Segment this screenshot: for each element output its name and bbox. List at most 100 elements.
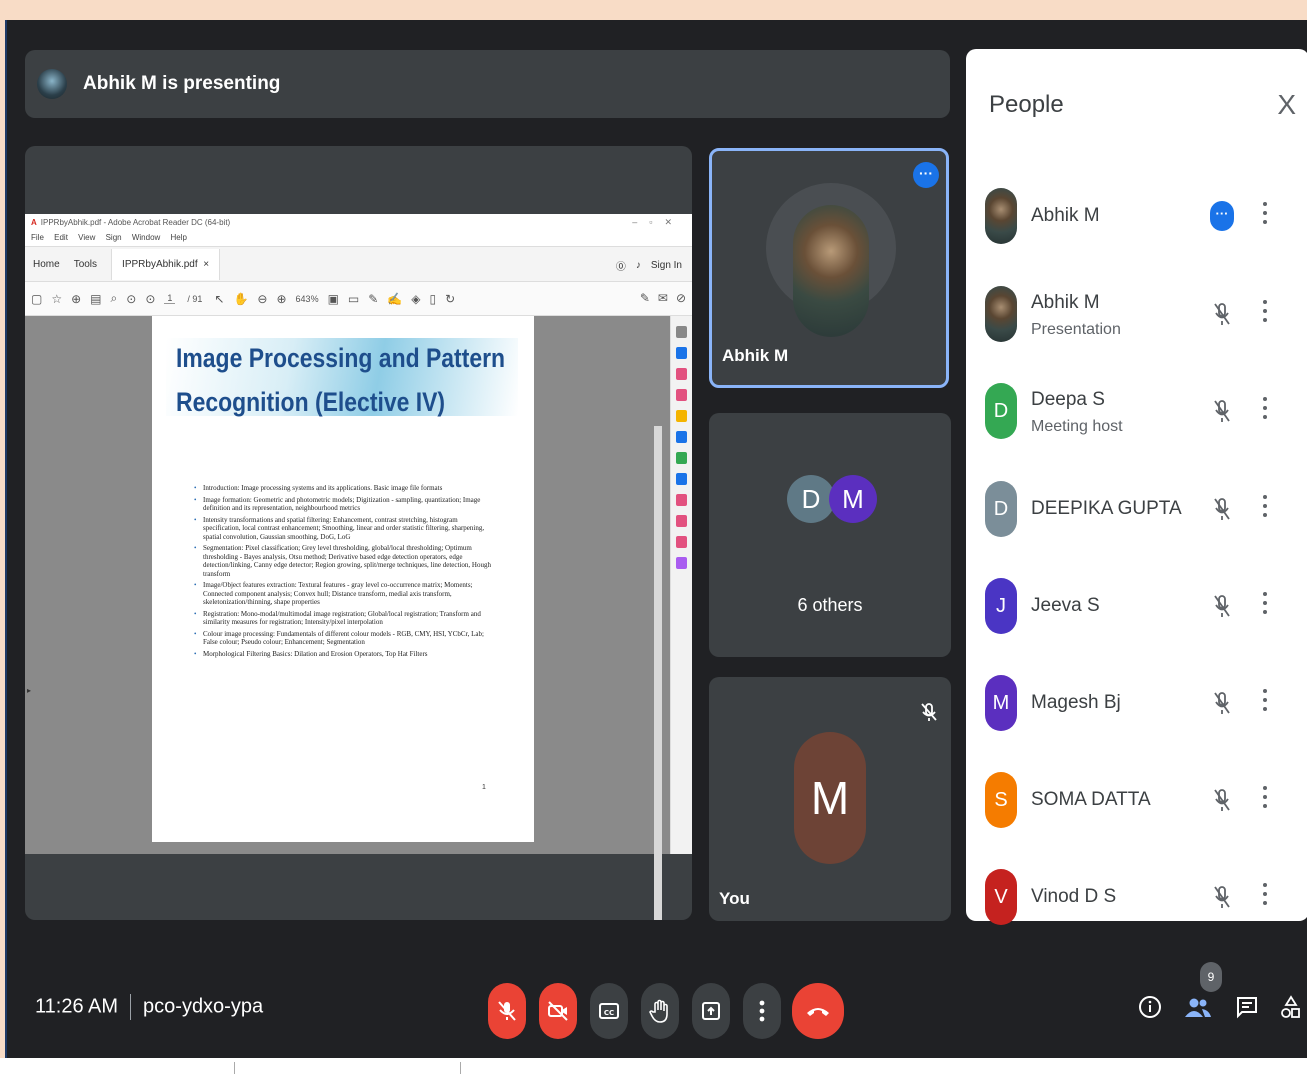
excel-icon[interactable] xyxy=(676,452,687,464)
pen-icon[interactable]: ✎ xyxy=(368,292,378,306)
present-now-button[interactable] xyxy=(692,983,730,1039)
more-vert-icon[interactable] xyxy=(1262,397,1268,423)
delete-icon[interactable]: ▯ xyxy=(430,292,437,306)
page-number-input[interactable]: 1 xyxy=(164,293,176,304)
participant-name: DEEPIKA GUPTA xyxy=(1031,498,1182,519)
print-icon[interactable]: ▤ xyxy=(90,292,101,306)
more-vert-icon[interactable] xyxy=(1262,202,1268,228)
zoom-level[interactable]: 643% xyxy=(296,294,319,304)
more-options-button[interactable] xyxy=(743,983,781,1039)
stamp-icon[interactable]: ◈ xyxy=(411,292,420,306)
avatar: M xyxy=(985,675,1017,731)
tab-document[interactable]: IPPRbyAbhik.pdf × xyxy=(111,248,221,280)
more-vert-icon[interactable] xyxy=(1262,786,1268,812)
avatar: D xyxy=(787,475,835,523)
captions-button[interactable]: CC xyxy=(590,983,628,1039)
acrobat-titlebar: A IPPRbyAbhik.pdf - Adobe Acrobat Reader … xyxy=(25,214,692,232)
participant-name: SOMA DATTA xyxy=(1031,789,1151,810)
more-vert-icon[interactable] xyxy=(1262,689,1268,715)
search-icon[interactable]: ⌕ xyxy=(111,291,118,306)
more-options-icon[interactable]: ··· xyxy=(1210,201,1234,231)
mic-toggle-button[interactable] xyxy=(488,983,526,1039)
page-up-icon[interactable]: ⊙ xyxy=(126,292,136,306)
bell-icon[interactable]: ♪ xyxy=(636,260,641,271)
menu-edit[interactable]: Edit xyxy=(54,233,68,242)
list-item[interactable]: D DEEPIKA GUPTA xyxy=(966,469,1307,549)
sign-in-link[interactable]: Sign In xyxy=(651,260,682,271)
more-vert-icon[interactable] xyxy=(1262,592,1268,618)
list-item: Image/Object features extraction: Textur… xyxy=(194,581,494,607)
create-pdf-icon[interactable] xyxy=(676,389,687,401)
people-icon[interactable] xyxy=(1183,995,1213,1025)
protect-icon[interactable] xyxy=(676,536,687,548)
more-vert-icon[interactable] xyxy=(1262,300,1268,326)
more-vert-icon[interactable] xyxy=(1262,883,1268,909)
fill-sign-tool-icon[interactable] xyxy=(676,494,687,506)
help-icon[interactable]: ⓪ xyxy=(616,258,626,273)
mic-off-icon xyxy=(1210,688,1234,718)
meeting-code: pco-ydxo-ypa xyxy=(143,995,264,1018)
hand-tool-icon[interactable]: ✋ xyxy=(233,292,248,306)
save-icon[interactable]: ▢ xyxy=(31,292,42,306)
more-vert-icon[interactable] xyxy=(1262,495,1268,521)
scan-icon[interactable] xyxy=(676,473,687,485)
share-icon[interactable]: ⊘ xyxy=(676,291,686,305)
tab-home[interactable]: Home xyxy=(33,259,60,270)
pdf-view-area[interactable]: ▸ Image Processing and Pattern Recogniti… xyxy=(25,316,692,920)
zoom-in-icon[interactable]: ⊕ xyxy=(276,292,286,306)
sign-icon[interactable]: ✍ xyxy=(387,292,402,306)
tab-tools[interactable]: Tools xyxy=(74,259,97,270)
menu-help[interactable]: Help xyxy=(171,233,187,242)
list-item[interactable]: Abhik M ··· xyxy=(966,176,1307,256)
activities-icon[interactable] xyxy=(1281,995,1301,1027)
more-tools-icon[interactable] xyxy=(676,557,687,569)
clock-time: 11:26 AM xyxy=(35,995,119,1018)
screen-share-tile[interactable]: A IPPRbyAbhik.pdf - Adobe Acrobat Reader … xyxy=(25,146,692,920)
menu-view[interactable]: View xyxy=(78,233,95,242)
left-panel-toggle-icon[interactable]: ▸ xyxy=(27,686,31,695)
avatar xyxy=(793,205,869,337)
pdf-scrollbar[interactable] xyxy=(654,426,662,920)
slide-page-number: 1 xyxy=(482,784,486,791)
list-item[interactable]: V Vinod D S xyxy=(966,857,1307,937)
combine-icon[interactable] xyxy=(676,431,687,443)
list-item[interactable]: M Magesh Bj xyxy=(966,663,1307,743)
chat-icon[interactable] xyxy=(1235,995,1259,1025)
presenter-bar: Abhik M is presenting xyxy=(25,50,950,118)
refresh-icon[interactable]: ↻ xyxy=(445,292,455,306)
fit-page-icon[interactable]: ▣ xyxy=(328,292,339,306)
menu-file[interactable]: File xyxy=(31,233,44,242)
export-pdf-icon[interactable] xyxy=(676,347,687,359)
comment-tool-icon[interactable] xyxy=(676,410,687,422)
organize-icon[interactable] xyxy=(676,368,687,380)
leave-call-button[interactable] xyxy=(792,983,844,1039)
more-options-icon[interactable]: ··· xyxy=(913,162,939,188)
menu-sign[interactable]: Sign xyxy=(106,233,122,242)
zoom-tool-icon[interactable] xyxy=(676,326,687,338)
participant-tile-abhik[interactable]: ··· Abhik M xyxy=(709,148,949,388)
close-icon[interactable]: X xyxy=(1277,89,1296,121)
slide-title: Image Processing and Pattern Recognition… xyxy=(176,336,505,424)
presenter-text: Abhik M is presenting xyxy=(83,73,281,94)
participant-tile-you[interactable]: M You xyxy=(709,677,951,921)
participant-tile-others[interactable]: D M 6 others xyxy=(709,413,951,657)
list-item[interactable]: Abhik M Presentation xyxy=(966,274,1307,354)
list-item[interactable]: D Deepa S Meeting host xyxy=(966,371,1307,451)
mail-icon[interactable]: ✉ xyxy=(658,291,668,305)
upload-icon[interactable]: ⊕ xyxy=(71,292,81,306)
comment-icon[interactable]: ▭ xyxy=(348,292,359,306)
menu-window[interactable]: Window xyxy=(132,233,160,242)
select-cursor-icon[interactable]: ↖ xyxy=(214,292,224,306)
meeting-details-icon[interactable] xyxy=(1138,995,1162,1025)
hand-icon xyxy=(649,999,668,1023)
camera-toggle-button[interactable] xyxy=(539,983,577,1039)
fill-sign-icon[interactable]: ✎ xyxy=(640,291,650,305)
avatar: D xyxy=(985,383,1017,439)
list-item[interactable]: J Jeeva S xyxy=(966,566,1307,646)
bookmark-star-icon[interactable]: ☆ xyxy=(51,292,62,306)
list-item[interactable]: S SOMA DATTA xyxy=(966,760,1307,840)
zoom-out-icon[interactable]: ⊖ xyxy=(257,292,267,306)
raise-hand-button[interactable] xyxy=(641,983,679,1039)
page-down-icon[interactable]: ⊙ xyxy=(145,292,155,306)
edit-pdf-icon[interactable] xyxy=(676,515,687,527)
